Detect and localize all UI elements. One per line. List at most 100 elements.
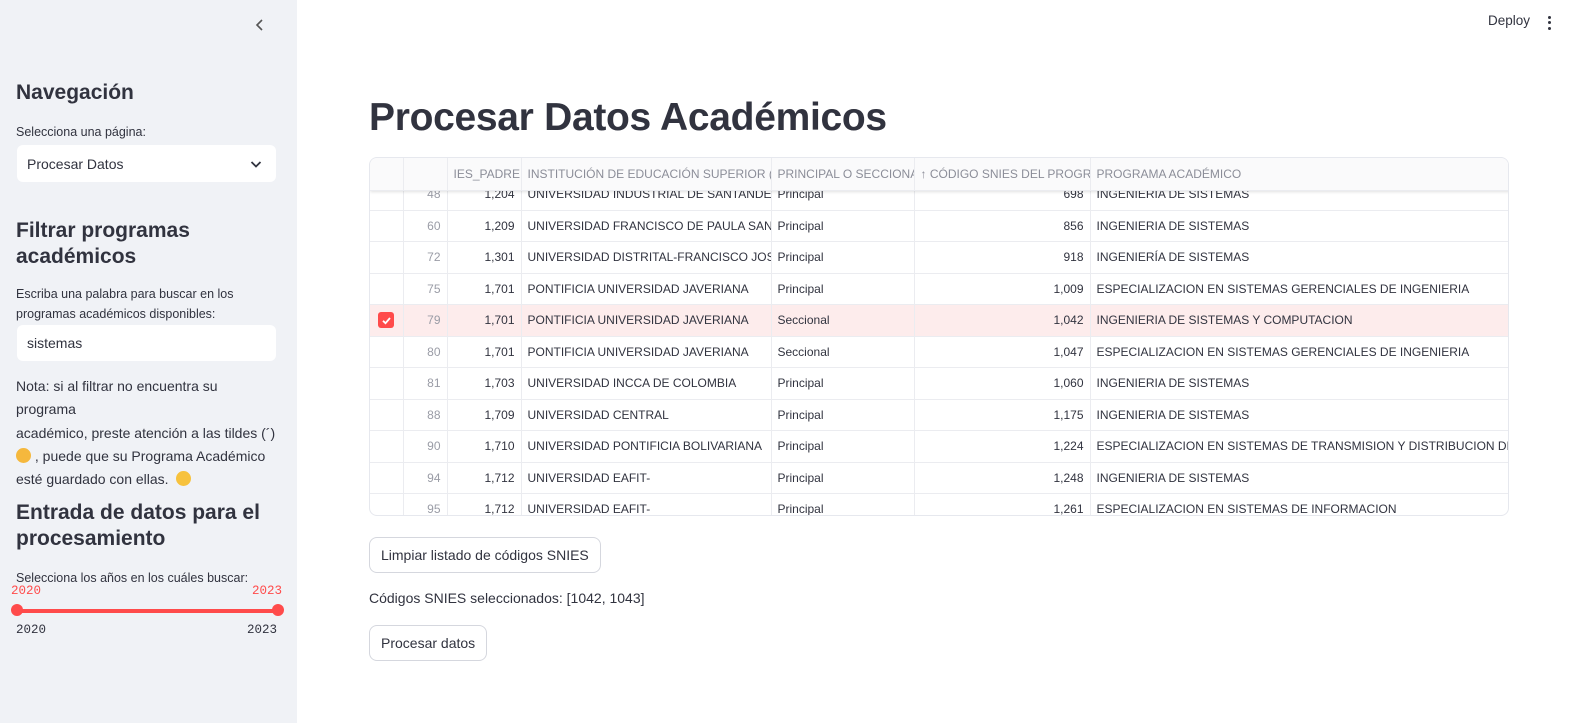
table-row[interactable]: 80 1,701 PONTIFICIA UNIVERSIDAD JAVERIANA S… — [370, 336, 1508, 368]
programa-cell[interactable]: ESPECIALIZACION EN SISTEMAS DE INFORMACI… — [1090, 493, 1508, 515]
process-data-button[interactable]: Procesar datos — [369, 625, 488, 661]
tipo-cell[interactable]: Principal — [771, 462, 915, 494]
column-header-principal-seccional[interactable]: PRINCIPAL O SECCIONAL — [771, 158, 915, 191]
tipo-cell[interactable]: Seccional — [771, 304, 915, 337]
filter-heading-line2: académicos — [16, 245, 137, 268]
institucion-cell[interactable]: UNIVERSIDAD INCCA DE COLOMBIA — [521, 367, 772, 400]
institucion-cell[interactable]: PONTIFICIA UNIVERSIDAD JAVERIANA — [521, 336, 772, 368]
ies-padre-cell[interactable]: 1,301 — [447, 241, 522, 274]
slider-high-value: 2023 — [252, 584, 283, 598]
note-line3: , puede que su Programa Académico — [16, 445, 278, 468]
column-header-codigo-snies[interactable]: ↑ CÓDIGO SNIES DEL PROGRAMA — [914, 158, 1091, 191]
main-menu-button[interactable] — [1544, 14, 1554, 32]
row-select-cell[interactable] — [370, 336, 404, 368]
snies-cell[interactable]: 1,009 — [914, 273, 1091, 305]
slider-low-thumb[interactable] — [11, 604, 23, 616]
table-row[interactable]: 79 1,701 PONTIFICIA UNIVERSIDAD JAVERIANA S… — [370, 304, 1508, 337]
programs-data-grid[interactable]: 48 1,204 UNIVERSIDAD INDUSTRIAL DE SANTAND… — [369, 157, 1509, 516]
filter-label-line1: Escriba una palabra para buscar en los — [16, 287, 234, 301]
institucion-cell[interactable]: UNIVERSIDAD CENTRAL — [521, 399, 772, 431]
table-row[interactable]: 94 1,712 UNIVERSIDAD EAFIT- Principal 1,248 I… — [370, 462, 1508, 494]
table-row[interactable]: 90 1,710 UNIVERSIDAD PONTIFICIA BOLIVARIAN… — [370, 430, 1508, 463]
clear-snies-button[interactable]: Limpiar listado de códigos SNIES — [369, 537, 601, 573]
programa-cell[interactable]: INGENIERIA DE SISTEMAS — [1090, 367, 1508, 400]
row-select-cell[interactable] — [370, 493, 404, 515]
tipo-cell[interactable]: Principal — [771, 210, 915, 242]
row-select-cell[interactable] — [370, 462, 404, 494]
row-select-cell[interactable] — [370, 304, 404, 337]
ies-padre-cell[interactable]: 1,703 — [447, 367, 522, 400]
ies-padre-cell[interactable]: 1,712 — [447, 493, 522, 515]
programa-cell[interactable]: ESPECIALIZACION EN SISTEMAS GERENCIALES … — [1090, 273, 1508, 305]
institucion-cell[interactable]: PONTIFICIA UNIVERSIDAD JAVERIANA — [521, 273, 772, 305]
tipo-cell[interactable]: Seccional — [771, 336, 915, 368]
tipo-cell[interactable]: Principal — [771, 493, 915, 515]
row-index-cell: 81 — [403, 367, 448, 400]
snies-cell[interactable]: 1,042 — [914, 304, 1091, 337]
column-header-institucion[interactable]: INSTITUCIÓN DE EDUCACIÓN SUPERIOR (IES) — [521, 158, 772, 191]
snies-cell[interactable]: 856 — [914, 210, 1091, 242]
slider-high-thumb[interactable] — [272, 604, 284, 616]
institucion-cell[interactable]: UNIVERSIDAD EAFIT- — [521, 493, 772, 515]
table-row[interactable]: 60 1,209 UNIVERSIDAD FRANCISCO DE PAULA SA… — [370, 210, 1508, 242]
programa-cell[interactable]: INGENIERIA DE SISTEMAS — [1090, 462, 1508, 494]
snies-cell[interactable]: 1,175 — [914, 399, 1091, 431]
nav-heading: Navegación — [16, 81, 134, 104]
institucion-cell[interactable]: UNIVERSIDAD DISTRITAL-FRANCISCO JOSE DE … — [521, 241, 772, 274]
institucion-cell[interactable]: UNIVERSIDAD FRANCISCO DE PAULA SANTANDER — [521, 210, 772, 242]
collapse-sidebar-button[interactable] — [250, 16, 270, 36]
note-line4: esté guardado con ellas. — [16, 468, 278, 491]
filter-note: Nota: si al filtrar no encuentra su prog… — [16, 375, 278, 491]
row-select-cell[interactable] — [370, 241, 404, 274]
table-row[interactable]: 75 1,701 PONTIFICIA UNIVERSIDAD JAVERIANA P… — [370, 273, 1508, 305]
programa-cell[interactable]: INGENIERIA DE SISTEMAS Y COMPUTACION — [1090, 304, 1508, 337]
programa-cell[interactable]: INGENIERÍA DE SISTEMAS — [1090, 241, 1508, 274]
row-select-cell[interactable] — [370, 273, 404, 305]
ies-padre-cell[interactable]: 1,712 — [447, 462, 522, 494]
row-index-cell: 72 — [403, 241, 448, 274]
row-select-cell[interactable] — [370, 399, 404, 431]
tipo-cell[interactable]: Principal — [771, 241, 915, 274]
filter-label-line2: programas académicos disponibles: — [16, 307, 216, 321]
snies-cell[interactable]: 1,047 — [914, 336, 1091, 368]
row-checkbox[interactable] — [378, 312, 395, 329]
deploy-button[interactable]: Deploy — [1488, 13, 1530, 28]
tipo-cell[interactable]: Principal — [771, 430, 915, 463]
ies-padre-cell[interactable]: 1,701 — [447, 304, 522, 337]
ies-padre-cell[interactable]: 1,209 — [447, 210, 522, 242]
programa-cell[interactable]: INGENIERIA DE SISTEMAS — [1090, 399, 1508, 431]
snies-cell[interactable]: 1,060 — [914, 367, 1091, 400]
table-row[interactable]: 81 1,703 UNIVERSIDAD INCCA DE COLOMBIA Prin… — [370, 367, 1508, 400]
snies-cell[interactable]: 1,248 — [914, 462, 1091, 494]
row-select-cell[interactable] — [370, 367, 404, 400]
table-row[interactable]: 72 1,301 UNIVERSIDAD DISTRITAL-FRANCISCO J… — [370, 241, 1508, 274]
tipo-cell[interactable]: Principal — [771, 399, 915, 431]
table-row[interactable]: 88 1,709 UNIVERSIDAD CENTRAL Principal 1,175… — [370, 399, 1508, 431]
row-select-cell[interactable] — [370, 430, 404, 463]
tipo-cell[interactable]: Principal — [771, 367, 915, 400]
institucion-cell[interactable]: UNIVERSIDAD EAFIT- — [521, 462, 772, 494]
program-filter-input[interactable] — [17, 325, 276, 361]
table-row[interactable]: 95 1,712 UNIVERSIDAD EAFIT- Principal 1,261 E… — [370, 493, 1508, 515]
institucion-cell[interactable]: PONTIFICIA UNIVERSIDAD JAVERIANA — [521, 304, 772, 337]
snies-cell[interactable]: 1,224 — [914, 430, 1091, 463]
snies-cell[interactable]: 918 — [914, 241, 1091, 274]
years-slider-track[interactable] — [16, 609, 276, 613]
snies-cell[interactable]: 1,261 — [914, 493, 1091, 515]
select-all-column[interactable] — [370, 158, 404, 191]
programa-cell[interactable]: INGENIERIA DE SISTEMAS — [1090, 210, 1508, 242]
page-select[interactable]: Procesar Datos — [17, 145, 276, 182]
filter-heading: Filtrar programas académicos — [16, 218, 190, 270]
institucion-cell[interactable]: UNIVERSIDAD PONTIFICIA BOLIVARIANA — [521, 430, 772, 463]
column-header-ies-padre[interactable]: IES_PADRE — [447, 158, 522, 191]
column-header-programa[interactable]: PROGRAMA ACADÉMICO — [1090, 158, 1508, 191]
ies-padre-cell[interactable]: 1,709 — [447, 399, 522, 431]
ies-padre-cell[interactable]: 1,701 — [447, 273, 522, 305]
filter-heading-line1: Filtrar programas — [16, 219, 190, 242]
row-select-cell[interactable] — [370, 210, 404, 242]
ies-padre-cell[interactable]: 1,710 — [447, 430, 522, 463]
programa-cell[interactable]: ESPECIALIZACION EN SISTEMAS GERENCIALES … — [1090, 336, 1508, 368]
ies-padre-cell[interactable]: 1,701 — [447, 336, 522, 368]
tipo-cell[interactable]: Principal — [771, 273, 915, 305]
programa-cell[interactable]: ESPECIALIZACION EN SISTEMAS DE TRANSMISI… — [1090, 430, 1508, 463]
